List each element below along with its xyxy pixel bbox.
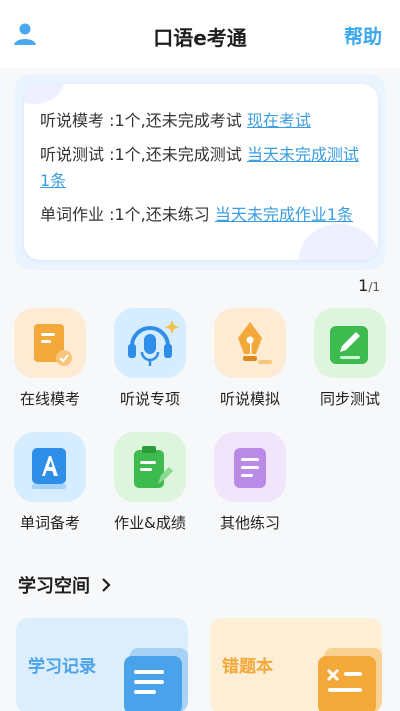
app-header: 口语e考通 帮助 bbox=[0, 0, 400, 68]
tile-label: 同步测试 bbox=[319, 390, 380, 408]
card-label: 错题本 bbox=[222, 657, 273, 677]
tile-other-practice[interactable]: 其他练习 bbox=[200, 432, 300, 533]
page-total: /1 bbox=[368, 280, 380, 294]
list-document-icon bbox=[214, 432, 286, 502]
edit-note-icon bbox=[314, 308, 386, 378]
help-button[interactable]: 帮助 bbox=[344, 22, 382, 49]
card-study-record[interactable]: 学习记录 bbox=[16, 618, 188, 711]
card-wrong-answer-book[interactable]: 错题本 bbox=[210, 618, 382, 711]
decor-bubble bbox=[24, 84, 64, 104]
tile-word-prep[interactable]: 单词备考 bbox=[0, 432, 100, 533]
tile-label: 单词备考 bbox=[19, 514, 80, 532]
page-current: 1 bbox=[358, 276, 369, 295]
fountain-pen-icon bbox=[214, 308, 286, 378]
notice-text: 单词作业 :1个,还未练习 bbox=[40, 205, 215, 224]
tile-label: 听说专项 bbox=[119, 390, 180, 408]
wrong-answer-book-icon bbox=[318, 648, 382, 711]
tile-label: 作业&成绩 bbox=[114, 514, 186, 532]
record-list-icon bbox=[124, 648, 188, 711]
study-space-header[interactable]: 学习空间 bbox=[18, 572, 112, 598]
clipboard-icon bbox=[114, 432, 186, 502]
card-label: 学习记录 bbox=[28, 657, 96, 677]
tile-sync-test[interactable]: 同步测试 bbox=[300, 308, 400, 409]
tile-listening-speaking[interactable]: 听说专项 bbox=[100, 308, 200, 409]
notice-item: 单词作业 :1个,还未练习 当天未完成作业1条 bbox=[40, 202, 360, 228]
tile-label: 其他练习 bbox=[219, 514, 280, 532]
tile-homework-scores[interactable]: 作业&成绩 bbox=[100, 432, 200, 533]
notice-link[interactable]: 现在考试 bbox=[247, 111, 311, 130]
page-indicator: 1/1 bbox=[358, 276, 380, 295]
section-title: 学习空间 bbox=[18, 576, 90, 597]
tile-online-exam[interactable]: 在线模考 bbox=[0, 308, 100, 409]
chevron-right-icon bbox=[102, 578, 111, 592]
exam-document-icon bbox=[14, 308, 86, 378]
notice-item: 听说测试 :1个,还未完成测试 当天未完成测试1条 bbox=[40, 142, 360, 194]
headset-microphone-icon bbox=[114, 308, 186, 378]
notice-text: 听说测试 :1个,还未完成测试 bbox=[40, 145, 247, 164]
tile-label: 听说模拟 bbox=[219, 390, 280, 408]
notice-item: 听说模考 :1个,还未完成考试 现在考试 bbox=[40, 108, 360, 134]
tile-label: 在线模考 bbox=[19, 390, 80, 408]
notice-list: 听说模考 :1个,还未完成考试 现在考试 听说测试 :1个,还未完成测试 当天未… bbox=[40, 108, 360, 258]
tile-simulation[interactable]: 听说模拟 bbox=[200, 308, 300, 409]
letter-a-book-icon bbox=[14, 432, 86, 502]
app-title: 口语e考通 bbox=[153, 26, 247, 50]
notice-text: 听说模考 :1个,还未完成考试 bbox=[40, 111, 247, 130]
notice-link[interactable]: 当天未完成作业1条 bbox=[215, 205, 353, 224]
